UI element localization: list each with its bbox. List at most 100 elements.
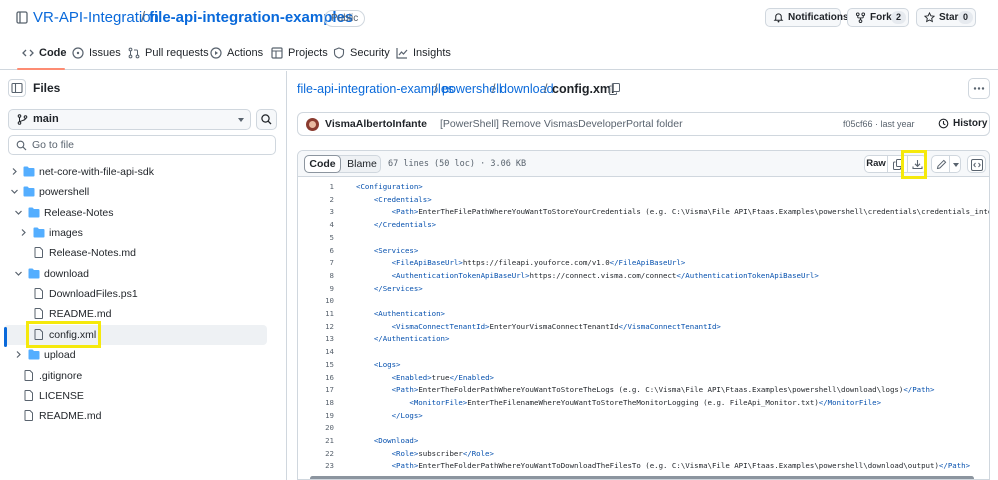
code-line: 1 <Configuration>	[298, 181, 989, 194]
commit-message[interactable]: [PowerShell] Remove VismasDeveloperPorta…	[440, 118, 683, 130]
edit-file-button[interactable]	[932, 156, 950, 172]
tree-item-folder[interactable]: net-core-with-file-api-sdk	[4, 162, 267, 182]
line-number[interactable]: 15	[298, 359, 334, 372]
tree-item-file[interactable]: DownloadFiles.ps1	[4, 284, 267, 304]
line-number[interactable]: 20	[298, 422, 334, 435]
repo-owner-link[interactable]: VR-API-Integration	[33, 9, 159, 26]
line-number[interactable]: 13	[298, 333, 334, 346]
tab-issues-label: Issues	[89, 47, 121, 59]
collapse-sidebar-button[interactable]	[8, 79, 26, 97]
path-link-repo[interactable]: file-api-integration-examples	[297, 82, 454, 96]
commit-sha-time[interactable]: f05cf66 · last year	[843, 119, 915, 129]
tree-item-folder[interactable]: Release-Notes	[4, 203, 267, 223]
line-number[interactable]: 9	[298, 283, 334, 296]
copy-path-icon[interactable]	[609, 83, 620, 95]
xml-tag: </Path>	[903, 385, 935, 395]
more-options-button[interactable]	[968, 78, 990, 99]
go-to-file-placeholder: Go to file	[32, 139, 75, 151]
line-number[interactable]: 5	[298, 232, 334, 245]
file-icon	[34, 247, 43, 258]
xml-tag: </Enabled>	[449, 372, 494, 382]
line-number[interactable]: 11	[298, 308, 334, 321]
star-button[interactable]: Star 0	[916, 8, 976, 27]
tree-item-label: README.md	[49, 308, 112, 320]
line-number[interactable]: 3	[298, 206, 334, 219]
xml-tag: <Path>	[391, 385, 419, 395]
search-files-button[interactable]	[256, 109, 277, 130]
tree-item-folder[interactable]: powershell	[4, 182, 267, 202]
repo-name-link[interactable]: file-api-integration-examples	[149, 9, 353, 26]
line-number[interactable]: 18	[298, 397, 334, 410]
line-content: <Logs>	[356, 359, 401, 372]
fork-button[interactable]: Fork 2	[847, 8, 909, 27]
highlight-box-config-xml	[26, 321, 101, 348]
tree-item-file[interactable]: .gitignore	[4, 366, 267, 386]
line-content: <AuthenticationTokenApiBaseUrl>https://c…	[391, 270, 819, 280]
line-number[interactable]: 6	[298, 245, 334, 258]
tree-item-label: net-core-with-file-api-sdk	[39, 166, 154, 178]
blame-view-button[interactable]: Blame	[343, 156, 381, 172]
selected-item-indicator	[4, 327, 7, 347]
line-number[interactable]: 23	[298, 460, 334, 473]
xml-tag: <Download>	[373, 436, 419, 445]
history-icon	[938, 118, 949, 129]
line-number[interactable]: 7	[298, 257, 334, 270]
tree-item-label: README.md	[39, 410, 102, 422]
folder-icon	[33, 227, 45, 238]
breadcrumb-separator: /	[141, 9, 146, 26]
tree-item-folder[interactable]: upload	[4, 345, 267, 365]
line-content: </Logs>	[356, 410, 423, 423]
code-view-button[interactable]: Code	[304, 155, 341, 173]
code-line: 8 <AuthenticationTokenApiBaseUrl>https:/…	[298, 270, 989, 283]
notifications-button[interactable]: Notifications	[765, 8, 849, 27]
path-separator: /	[544, 82, 548, 96]
star-label: Star	[939, 12, 959, 23]
xml-tag: <Credentials>	[373, 194, 432, 204]
raw-button[interactable]: Raw	[865, 156, 888, 172]
line-number[interactable]: 12	[298, 321, 334, 334]
file-toolbar: Code Blame 67 lines (50 loc) · 3.06 KB R…	[298, 151, 989, 177]
xml-tag: <Services>	[373, 245, 419, 255]
line-number[interactable]: 2	[298, 194, 334, 207]
code-line: 5	[298, 232, 989, 245]
line-number[interactable]: 4	[298, 219, 334, 232]
line-content: <MonitorFile>EnterTheFilenameWhereYouWan…	[409, 397, 882, 407]
line-number[interactable]: 22	[298, 448, 334, 461]
code-line: 18 <MonitorFile>EnterTheFilenameWhereYou…	[298, 397, 989, 410]
tree-item-folder[interactable]: download	[4, 264, 267, 284]
line-number[interactable]: 10	[298, 295, 334, 308]
symbols-panel-button[interactable]	[967, 155, 986, 173]
horizontal-scrollbar[interactable]	[310, 476, 974, 479]
go-to-file-input[interactable]: Go to file	[8, 135, 276, 155]
branch-selector[interactable]: main	[8, 109, 251, 130]
tree-item-label: powershell	[39, 186, 90, 198]
code-line: 22 <Role>subscriber</Role>	[298, 448, 989, 461]
edit-dropdown-button[interactable]	[951, 156, 961, 172]
line-number[interactable]: 8	[298, 270, 334, 283]
line-number[interactable]: 16	[298, 372, 334, 385]
line-number[interactable]: 17	[298, 384, 334, 397]
line-number[interactable]: 21	[298, 435, 334, 448]
tree-item-folder[interactable]: images	[4, 223, 267, 243]
file-icon	[24, 410, 33, 421]
code-square-icon	[971, 159, 983, 171]
line-number[interactable]: 1	[298, 181, 334, 194]
code-line: 23 <Path>EnterTheFolderPathWhereYouWantT…	[298, 460, 989, 473]
line-content: <Path>EnterTheFolderPathWhereYouWantToSt…	[391, 385, 935, 395]
tree-item-file[interactable]: Release-Notes.md	[4, 243, 267, 263]
tree-item-file[interactable]: README.md	[4, 406, 267, 426]
commit-author[interactable]: VismaAlbertoInfante	[325, 118, 427, 130]
file-icon	[34, 288, 43, 299]
code-line: 15 <Logs>	[298, 359, 989, 372]
line-content: <Services>	[356, 245, 419, 258]
table-icon	[271, 47, 283, 59]
fork-label: Fork	[870, 12, 892, 23]
tree-item-file[interactable]: LICENSE	[4, 386, 267, 406]
avatar[interactable]	[306, 118, 319, 131]
xml-tag: <Authentication>	[373, 309, 446, 318]
line-number[interactable]: 19	[298, 410, 334, 423]
highlight-box-download	[901, 150, 927, 179]
path-separator: /	[434, 82, 438, 96]
xml-tag: </Authentication>	[373, 334, 450, 344]
line-number[interactable]: 14	[298, 346, 334, 359]
